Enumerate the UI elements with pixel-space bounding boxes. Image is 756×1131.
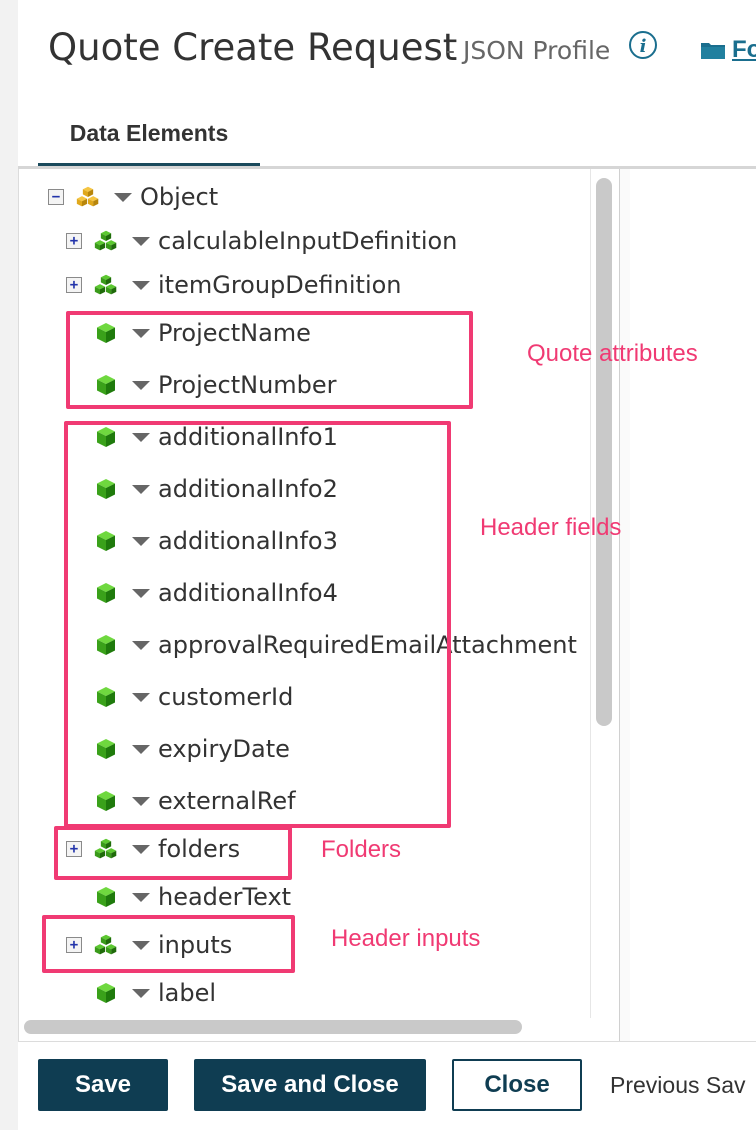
quote-attributes-label: Quote attributes [527,340,698,367]
horizontal-scrollbar-thumb[interactable] [24,1020,522,1034]
details-pane [630,169,756,1041]
page-title: Quote Create Request [48,26,458,69]
folders-label: Folders [321,836,402,863]
caret-down-icon[interactable] [132,236,150,246]
header-fields-box [64,421,451,828]
page-subtitle: - JSON Profile [446,36,611,65]
tree-row[interactable]: headerText [66,877,291,917]
info-circle-icon[interactable]: i [628,30,658,60]
tree-row-label: itemGroupDefinition [158,271,402,299]
tree-row-label: headerText [158,883,292,911]
tree-row[interactable]: label [66,973,216,1013]
previous-saved-text: Previous Sav [610,1072,746,1098]
tree-row-label: calculableInputDefinition [158,227,458,255]
left-edge-panel [0,0,19,1130]
expand-icon[interactable]: + [66,277,82,293]
save-button[interactable]: Save [38,1059,168,1111]
vertical-scrollbar-thumb[interactable] [596,178,612,726]
element-node-icon [94,981,118,1005]
header-fields-label: Header fields [480,514,622,541]
tree-row[interactable]: + calculableInputDefinition [66,221,457,261]
footer-bar: Save Save and Close Close Previous Sav [18,1041,756,1131]
collapse-icon[interactable]: − [48,189,64,205]
folder-link[interactable]: Fo [700,36,756,64]
tab-data-elements[interactable]: Data Elements [38,120,260,166]
svg-text:i: i [640,36,647,57]
tree-row-label: label [158,979,217,1007]
tab-data-elements-label: Data Elements [69,120,229,146]
caret-down-icon[interactable] [114,192,132,202]
object-node-icon [76,185,100,209]
page-header: Quote Create Request - JSON Profile i Fo [18,0,756,99]
folder-icon [701,43,725,59]
expand-icon[interactable]: + [66,233,82,249]
folders-box [54,826,292,880]
caret-down-icon[interactable] [132,280,150,290]
header-inputs-label: Header inputs [331,925,481,952]
object-node-icon [94,273,118,297]
tree-row[interactable]: + itemGroupDefinition [66,265,402,305]
tree-row-label: Object [140,183,219,211]
save-and-close-button[interactable]: Save and Close [194,1059,426,1111]
quote-attributes-box [66,311,473,409]
caret-down-icon[interactable] [132,892,150,902]
tree-row[interactable]: − Object [48,177,218,217]
tab-bar: Data Elements [18,98,756,169]
close-button[interactable]: Close [452,1059,582,1111]
object-node-icon [94,229,118,253]
caret-down-icon[interactable] [132,988,150,998]
element-node-icon [94,885,118,909]
folder-link-label[interactable]: Fo [732,36,756,64]
header-inputs-box [42,915,295,973]
